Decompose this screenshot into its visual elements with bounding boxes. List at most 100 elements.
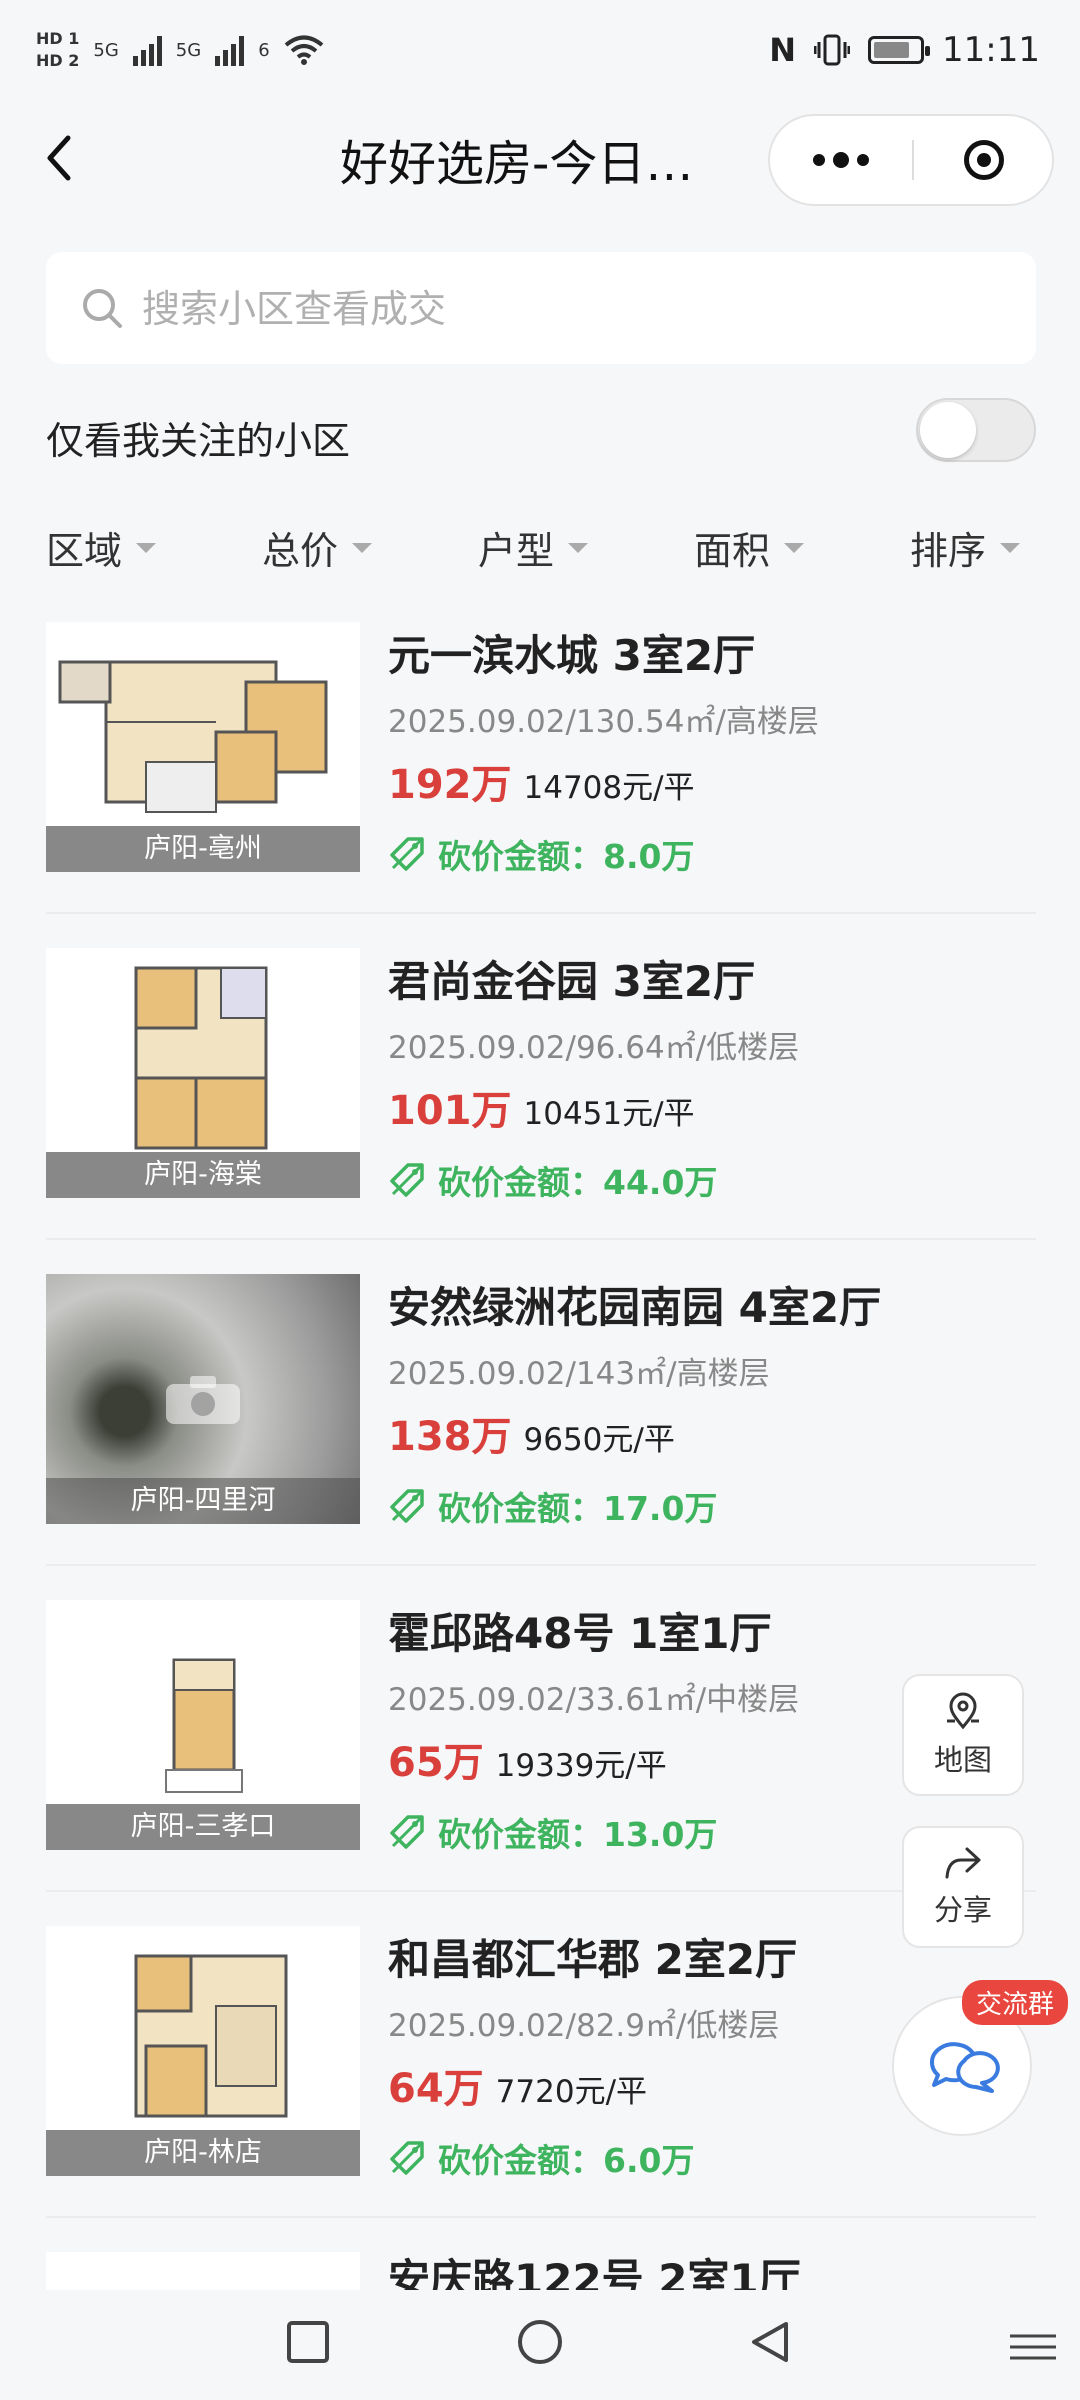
clock: 11:11 xyxy=(942,30,1040,70)
bargain-text: 砍价金额：44.0万 xyxy=(438,1163,718,1202)
sim2-label: HD 2 xyxy=(36,51,80,70)
bargain-text: 砍价金额：8.0万 xyxy=(438,837,695,876)
follow-toggle[interactable] xyxy=(916,398,1036,462)
close-button[interactable] xyxy=(914,116,1054,204)
deal-date: 2025.09.02 xyxy=(388,1356,566,1392)
listing-title: 霍邱路48号 1室1厅 xyxy=(388,1609,772,1658)
divider xyxy=(46,1890,1036,1892)
floor-area: 130.54㎡ xyxy=(575,704,716,740)
recent-apps-icon[interactable] xyxy=(286,2320,330,2364)
search-bar[interactable] xyxy=(46,252,1036,364)
filter-label: 面积 xyxy=(694,529,771,573)
tag-icon xyxy=(390,1163,424,1197)
floor-area: 33.61㎡ xyxy=(575,1682,696,1718)
bargain-text: 砍价金额：13.0万 xyxy=(438,1815,718,1854)
chevron-down-icon xyxy=(568,542,589,553)
filter-price[interactable]: 总价 xyxy=(262,520,373,575)
camera-icon xyxy=(166,1376,240,1424)
floorplan-image: 庐阳-三孝口 xyxy=(46,1600,360,1850)
listing-meta: 2025.09.02/130.54㎡/高楼层 xyxy=(388,704,819,740)
listing-title: 和昌都汇华郡 2室2厅 xyxy=(388,1935,798,1984)
status-right: N 11:11 xyxy=(769,30,1040,70)
total-price: 64万 xyxy=(388,2066,484,2112)
total-price: 192万 xyxy=(388,762,512,808)
deal-date: 2025.09.02 xyxy=(388,2008,566,2044)
unit-price: 10451元/平 xyxy=(523,1096,695,1132)
tag-icon xyxy=(390,1815,424,1849)
chevron-down-icon xyxy=(136,542,157,553)
more-button[interactable] xyxy=(770,116,912,204)
listing-item[interactable]: 庐阳-海棠 君尚金谷园 3室2厅 2025.09.02/96.64㎡/低楼层 1… xyxy=(46,948,1036,1238)
mini-program-capsule xyxy=(768,114,1054,206)
floor-level: 低楼层 xyxy=(686,2008,780,2044)
bargain-amount: 砍价金额：44.0万 xyxy=(388,1156,717,1204)
sim-labels: HD 1 HD 2 xyxy=(36,28,79,72)
menu-lines-icon[interactable] xyxy=(1006,2330,1060,2364)
map-button-label: 地图 xyxy=(933,1743,992,1777)
photo-placeholder-image: 庐阳-四里河 xyxy=(46,1274,360,1524)
floorplan-image: 庐阳-林店 xyxy=(46,1926,360,2176)
back-nav-icon[interactable] xyxy=(746,2318,794,2366)
floor-area: 143㎡ xyxy=(575,1356,667,1392)
divider xyxy=(46,912,1036,914)
filter-sort[interactable]: 排序 xyxy=(910,520,1021,575)
floor-area: 82.9㎡ xyxy=(575,2008,676,2044)
home-icon[interactable] xyxy=(516,2318,564,2366)
status-bar: HD 1 HD 2 5G 5G 6 N 11:11 xyxy=(0,0,1080,110)
toggle-knob xyxy=(920,402,976,458)
floor-area: 96.64㎡ xyxy=(575,1030,696,1066)
share-button[interactable]: 分享 xyxy=(902,1826,1024,1948)
floor-level: 低楼层 xyxy=(706,1030,800,1066)
listing-item[interactable]: 庐阳-四里河 安然绿洲花园南园 4室2厅 2025.09.02/143㎡/高楼层… xyxy=(46,1274,1036,1564)
listing-meta: 2025.09.02/33.61㎡/中楼层 xyxy=(388,1682,800,1718)
search-input[interactable] xyxy=(140,276,1004,342)
network-type-2: 5G xyxy=(175,39,202,61)
chat-bubbles-icon xyxy=(929,2042,1000,2093)
floor-level: 中楼层 xyxy=(706,1682,800,1718)
listing-price: 64万 7720元/平 xyxy=(388,2056,647,2114)
floorplan-image: 庐阳-海棠 xyxy=(46,948,360,1198)
signal-icon xyxy=(215,34,245,66)
nfc-icon: N xyxy=(769,31,797,69)
deal-date: 2025.09.02 xyxy=(388,1030,566,1066)
wifi-generation: 6 xyxy=(258,39,270,61)
filter-label: 户型 xyxy=(478,529,555,573)
share-icon xyxy=(945,1847,981,1879)
filter-label: 区域 xyxy=(46,529,123,573)
deal-date: 2025.09.02 xyxy=(388,704,566,740)
close-icon xyxy=(964,140,1004,180)
unit-price: 7720元/平 xyxy=(495,2074,648,2110)
region-label: 庐阳-四里河 xyxy=(46,1478,360,1524)
unit-price: 9650元/平 xyxy=(523,1422,675,1458)
filter-region[interactable]: 区域 xyxy=(46,520,157,575)
map-pin-icon xyxy=(947,1692,979,1730)
divider xyxy=(46,2216,1036,2218)
floorplan-image xyxy=(46,2252,360,2290)
unit-price: 19339元/平 xyxy=(495,1748,667,1784)
back-icon[interactable] xyxy=(36,128,86,188)
listing-item[interactable]: 庐阳-亳州 元一滨水城 3室2厅 2025.09.02/130.54㎡/高楼层 … xyxy=(46,622,1036,912)
filter-label: 排序 xyxy=(910,529,987,573)
bargain-amount: 砍价金额：13.0万 xyxy=(388,1808,717,1856)
listing-meta: 2025.09.02/96.64㎡/低楼层 xyxy=(388,1030,800,1066)
search-icon xyxy=(83,289,122,328)
listing-item[interactable]: 庐阳-三孝口 霍邱路48号 1室1厅 2025.09.02/33.61㎡/中楼层… xyxy=(46,1600,1036,1890)
listing-item[interactable]: 安庆路122号 2室1厅 xyxy=(46,2252,1036,2290)
status-left: HD 1 HD 2 5G 5G 6 xyxy=(36,28,324,72)
total-price: 65万 xyxy=(388,1740,484,1786)
bargain-amount: 砍价金额：8.0万 xyxy=(388,830,694,878)
map-button[interactable]: 地图 xyxy=(902,1674,1024,1796)
battery-icon xyxy=(868,36,931,64)
divider xyxy=(46,1564,1036,1566)
filter-layout[interactable]: 户型 xyxy=(478,520,589,575)
share-button-label: 分享 xyxy=(933,1893,992,1927)
region-label: 庐阳-三孝口 xyxy=(46,1804,360,1850)
listing-meta: 2025.09.02/82.9㎡/低楼层 xyxy=(388,2008,780,2044)
tag-icon xyxy=(390,2141,424,2175)
tag-icon xyxy=(390,837,424,871)
filter-area[interactable]: 面积 xyxy=(694,520,805,575)
filter-bar: 区域 总价 户型 面积 排序 xyxy=(0,520,1080,580)
listing-item[interactable]: 庐阳-林店 和昌都汇华郡 2室2厅 2025.09.02/82.9㎡/低楼层 6… xyxy=(46,1926,1036,2216)
tag-icon xyxy=(390,1489,424,1523)
region-label: 庐阳-亳州 xyxy=(46,826,360,872)
